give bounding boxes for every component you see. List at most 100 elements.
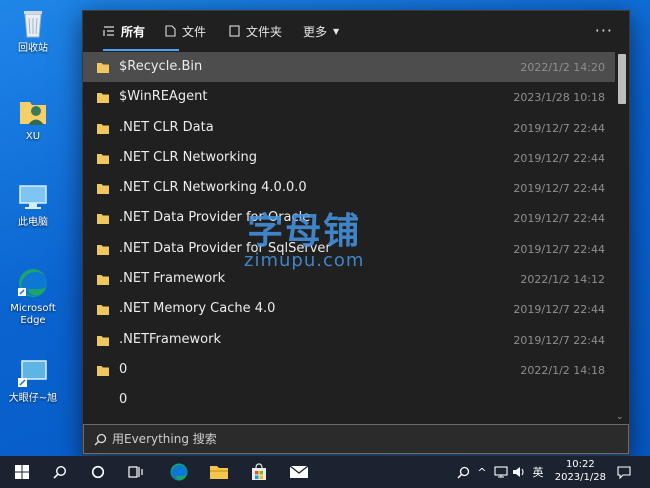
list-icon bbox=[103, 25, 115, 37]
result-name: .NET Data Provider for Oracle bbox=[119, 210, 311, 226]
search-icon bbox=[94, 433, 107, 446]
task-view-button[interactable] bbox=[122, 456, 150, 488]
notification-icon bbox=[617, 465, 631, 479]
result-date: 2019/12/7 22:44 bbox=[513, 182, 605, 196]
result-row[interactable]: .NET Data Provider for Oracle 2019/12/7 2… bbox=[83, 203, 615, 233]
result-row[interactable]: .NET CLR Data 2019/12/7 22:44 bbox=[83, 113, 615, 143]
taskbar: ^ 英 10:22 2023/1/28 bbox=[0, 456, 650, 488]
clock-date: 2023/1/28 bbox=[554, 472, 606, 483]
search-icon bbox=[456, 466, 469, 479]
folder-icon bbox=[97, 92, 109, 107]
cortana-circle-icon bbox=[91, 465, 105, 479]
result-row[interactable]: $WinREAgent 2023/1/28 10:18 bbox=[83, 82, 615, 112]
caret-down-icon: ▼ bbox=[333, 26, 340, 36]
system-clock[interactable]: 10:22 2023/1/28 bbox=[555, 458, 606, 484]
folder-icon bbox=[97, 183, 109, 198]
result-date: 2022/1/2 14:20 bbox=[520, 61, 605, 74]
taskbar-file-explorer[interactable] bbox=[204, 456, 234, 488]
folder-icon bbox=[97, 244, 109, 259]
speaker-icon bbox=[513, 467, 524, 477]
desktop-icon-edge[interactable]: Microsoft Edge bbox=[6, 266, 60, 327]
taskbar-mail[interactable] bbox=[284, 456, 314, 488]
mail-icon bbox=[289, 465, 309, 478]
windows-logo-icon bbox=[15, 465, 29, 479]
desktop-icon-shortcut[interactable]: 大眼仔~旭 bbox=[6, 356, 60, 405]
tab-folders[interactable]: 文件夹 bbox=[229, 11, 282, 51]
notification-center-button[interactable] bbox=[612, 456, 636, 488]
result-name: $Recycle.Bin bbox=[119, 59, 203, 74]
result-date: 2019/12/7 22:44 bbox=[513, 121, 605, 135]
scrollbar-thumb[interactable] bbox=[618, 54, 626, 104]
desktop-icon-user-folder[interactable]: XU bbox=[6, 94, 60, 143]
result-row[interactable]: .NET Framework 2022/1/2 14:12 bbox=[83, 264, 615, 294]
tray-search-button[interactable] bbox=[452, 456, 474, 488]
result-row[interactable]: 0 bbox=[83, 385, 615, 415]
result-name: .NET CLR Networking 4.0.0.0 bbox=[119, 180, 307, 196]
ime-label: 英 bbox=[532, 466, 544, 479]
result-date: 2019/12/7 22:44 bbox=[513, 303, 605, 317]
result-date: 2023/1/28 10:18 bbox=[513, 91, 605, 105]
filter-tabs: 所有 文件 文件夹 更多 ▼ ··· bbox=[83, 11, 629, 51]
scroll-down-arrow-icon[interactable]: ⌄ bbox=[616, 412, 624, 422]
scrollbar[interactable]: ⌄ bbox=[615, 52, 627, 424]
result-row[interactable]: .NET Data Provider for SqlServer 2019/12/… bbox=[83, 234, 615, 264]
store-bag-icon bbox=[252, 463, 266, 480]
taskbar-edge[interactable] bbox=[164, 456, 194, 488]
tab-label: 所有 bbox=[121, 24, 146, 39]
monitor-shortcut-icon bbox=[18, 360, 47, 387]
folder-icon bbox=[97, 335, 109, 350]
folder-icon bbox=[97, 274, 109, 289]
result-row[interactable]: .NETFramework 2019/12/7 22:44 bbox=[83, 325, 615, 355]
taskbar-search-button[interactable] bbox=[46, 456, 74, 488]
result-name: .NETFramework bbox=[119, 331, 221, 347]
taskbar-store[interactable] bbox=[244, 456, 274, 488]
desktop-icon-label: 回收站 bbox=[18, 43, 48, 54]
result-name: .NET Framework bbox=[119, 271, 226, 287]
result-name: 0 bbox=[119, 392, 128, 408]
result-date: 2019/12/7 22:44 bbox=[513, 212, 605, 226]
search-input[interactable] bbox=[112, 432, 592, 446]
network-status[interactable] bbox=[492, 456, 510, 488]
result-date: 2019/12/7 22:44 bbox=[513, 242, 605, 256]
desktop-icon-this-pc[interactable]: 此电脑 bbox=[6, 180, 60, 229]
result-name: .NET CLR Networking bbox=[119, 149, 258, 165]
more-options-button[interactable]: ··· bbox=[595, 21, 613, 40]
start-button[interactable] bbox=[8, 456, 36, 488]
desktop-icon-label: Microsoft Edge bbox=[10, 303, 56, 326]
edge-browser-icon bbox=[170, 463, 188, 481]
volume-control[interactable] bbox=[510, 456, 528, 488]
tab-files[interactable]: 文件 bbox=[165, 11, 206, 51]
task-view-icon bbox=[128, 466, 143, 478]
search-bar bbox=[83, 424, 629, 454]
show-hidden-icons-button[interactable]: ^ bbox=[474, 456, 490, 488]
folder-icon bbox=[97, 123, 109, 138]
folder-icon bbox=[97, 365, 109, 380]
result-date: 2019/12/7 22:44 bbox=[513, 333, 605, 347]
chevron-up-icon: ^ bbox=[477, 465, 487, 479]
folder-icon bbox=[97, 213, 109, 228]
result-name: $WinREAgent bbox=[119, 89, 208, 105]
result-row[interactable]: .NET CLR Networking 2019/12/7 22:44 bbox=[83, 143, 615, 173]
folder-icon bbox=[97, 304, 109, 319]
folder-icon bbox=[97, 62, 109, 77]
tab-label: 更多 bbox=[303, 24, 328, 39]
folder-icon bbox=[97, 153, 109, 168]
result-date: 2019/12/7 22:44 bbox=[513, 151, 605, 165]
recycle-bin-icon bbox=[24, 11, 42, 38]
result-row[interactable]: $Recycle.Bin 2022/1/2 14:20 bbox=[83, 52, 615, 83]
input-method-button[interactable]: 英 bbox=[530, 456, 546, 488]
tab-label: 文件 bbox=[182, 24, 207, 39]
search-icon bbox=[53, 465, 67, 479]
result-row[interactable]: .NET Memory Cache 4.0 2019/12/7 22:44 bbox=[83, 294, 615, 324]
result-row[interactable]: 0 2022/1/2 14:18 bbox=[83, 355, 615, 385]
cortana-button[interactable] bbox=[84, 456, 112, 488]
result-row[interactable]: .NET CLR Networking 4.0.0.0 2019/12/7 22:… bbox=[83, 173, 615, 203]
network-icon bbox=[494, 466, 508, 478]
folder-outline-icon bbox=[229, 25, 240, 37]
tab-all[interactable]: 所有 bbox=[103, 11, 180, 51]
desktop-icon-recycle-bin[interactable]: 回收站 bbox=[6, 6, 60, 55]
tab-more[interactable]: 更多 ▼ bbox=[303, 11, 339, 51]
results-list: $Recycle.Bin 2022/1/2 14:20 $WinREAgent 202… bbox=[83, 52, 615, 424]
result-name: .NET CLR Data bbox=[119, 119, 214, 135]
result-date: 2022/1/2 14:18 bbox=[520, 363, 605, 377]
